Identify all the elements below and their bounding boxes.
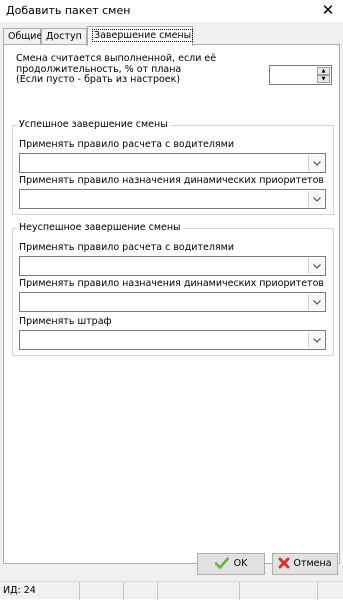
close-button[interactable]: ✕ (313, 0, 343, 22)
status-bar: ИД: 24 (0, 581, 343, 600)
status-id-text: ИД: 24 (3, 585, 36, 596)
success-priority-rule-select[interactable] (19, 189, 326, 209)
status-cell-empty (158, 582, 240, 600)
chevron-down-icon[interactable] (308, 258, 324, 274)
failure-driver-rule-select[interactable] (19, 256, 326, 276)
status-cell-empty (80, 582, 124, 600)
tab-access[interactable]: Доступ (41, 28, 87, 45)
cancel-x-icon (278, 557, 290, 569)
stepper-down-icon[interactable]: ▼ (317, 75, 330, 83)
failure-penalty-label: Применять штраф (19, 316, 112, 327)
success-group: Успешное завершение смены Применять прав… (12, 119, 334, 215)
window-title: Добавить пакет смен (6, 4, 131, 17)
failure-priority-rule-select[interactable] (19, 292, 326, 312)
ok-button-label: OK (233, 558, 248, 569)
chevron-down-icon[interactable] (308, 155, 324, 171)
failure-group: Неуспешное завершение смены Применять пр… (12, 222, 334, 356)
tab-shift-completion[interactable]: Завершение смены (87, 26, 194, 46)
tab-access-label: Доступ (46, 31, 82, 42)
plan-percent-label: Смена считается выполненной, если её про… (16, 53, 241, 86)
stepper-up-icon[interactable]: ▲ (317, 67, 330, 75)
status-cell-empty (240, 582, 318, 600)
failure-driver-rule-label: Применять правило расчета с водителями (19, 242, 234, 253)
tab-shift-completion-label: Завершение смены (92, 29, 194, 42)
success-driver-rule-label: Применять правило расчета с водителями (19, 139, 234, 150)
status-id: ИД: 24 (0, 582, 80, 600)
failure-penalty-select[interactable] (19, 330, 326, 350)
chevron-down-icon[interactable] (308, 294, 324, 310)
success-priority-rule-label: Применять правило назначения динамически… (19, 175, 324, 186)
plan-percent-label-line1: Смена считается выполненной, если её (16, 53, 217, 64)
tab-panel-shift-completion: Смена считается выполненной, если её про… (3, 44, 340, 564)
cancel-button[interactable]: Отмена (272, 553, 338, 575)
cancel-button-label: Отмена (293, 558, 332, 569)
status-cell-empty (124, 582, 158, 600)
chevron-down-icon[interactable] (308, 191, 324, 207)
failure-group-title: Неуспешное завершение смены (17, 222, 183, 234)
plan-percent-stepper[interactable]: ▲ ▼ (269, 65, 332, 85)
chevron-down-icon[interactable] (308, 332, 324, 348)
close-icon: ✕ (321, 1, 335, 19)
plan-percent-label-line3: (Если пусто - брать из настроек) (16, 74, 181, 85)
ok-button[interactable]: OK (197, 553, 265, 575)
tab-general[interactable]: Общие (3, 28, 43, 45)
failure-priority-rule-label: Применять правило назначения динамически… (19, 278, 324, 289)
success-driver-rule-select[interactable] (19, 153, 326, 173)
success-group-title: Успешное завершение смены (17, 119, 170, 131)
stepper-buttons: ▲ ▼ (317, 67, 330, 83)
title-bar: Добавить пакет смен ✕ (0, 0, 343, 22)
tab-general-label: Общие (8, 31, 43, 42)
checkmark-icon (214, 557, 229, 569)
dialog-body: Общие Доступ Завершение смены Смена счит… (0, 22, 343, 600)
